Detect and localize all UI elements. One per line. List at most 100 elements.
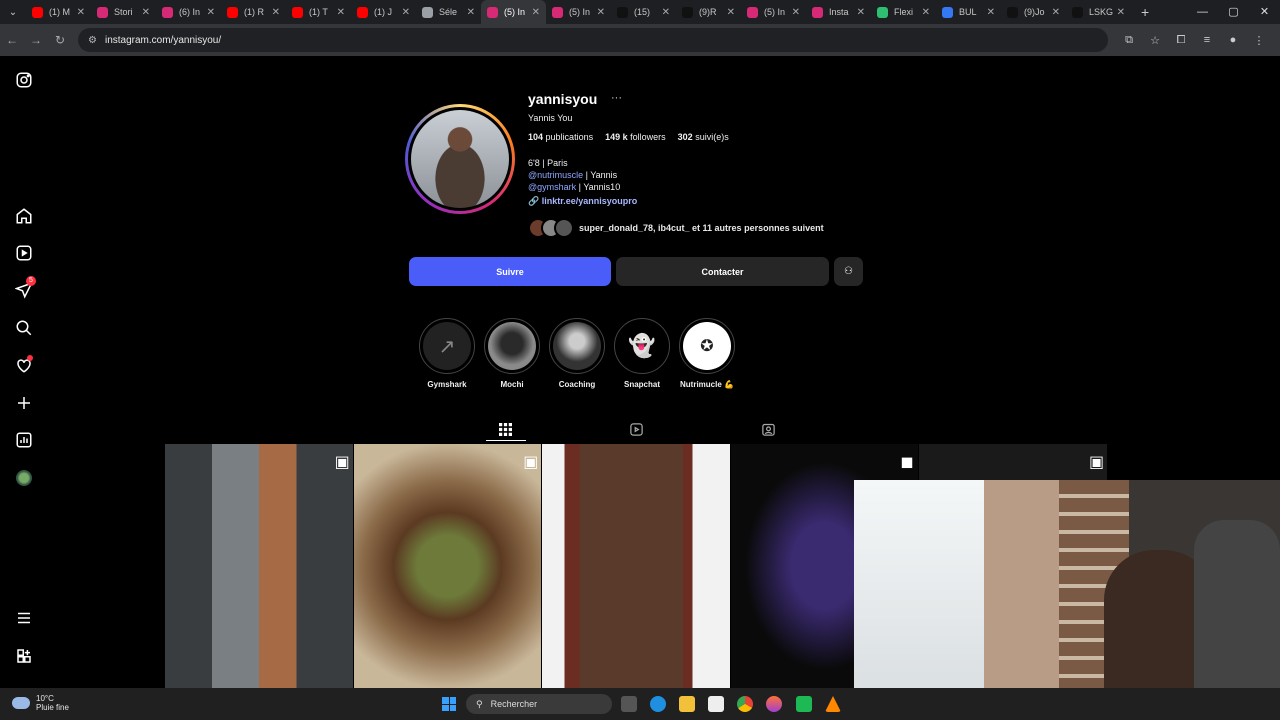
close-tab-icon[interactable]: ✕ xyxy=(857,7,865,18)
post-thumbnail[interactable]: ▣ xyxy=(165,444,353,688)
post-thumbnail[interactable]: ▣ xyxy=(353,444,542,688)
browser-tab[interactable]: (1) M ✕ xyxy=(26,0,91,24)
close-tab-icon[interactable]: ✕ xyxy=(337,7,345,18)
browser-tab[interactable]: (1) T ✕ xyxy=(286,0,351,24)
browser-tab[interactable]: Flexi ✕ xyxy=(871,0,936,24)
menu-icon[interactable] xyxy=(12,606,36,630)
browser-tab[interactable]: (5) In ✕ xyxy=(546,0,611,24)
chrome-icon[interactable] xyxy=(737,696,753,712)
forward-button[interactable]: → xyxy=(24,33,48,47)
close-tab-icon[interactable]: ✕ xyxy=(142,7,150,18)
close-tab-icon[interactable]: ✕ xyxy=(1117,7,1125,18)
browser-tab[interactable]: BUL ✕ xyxy=(936,0,1001,24)
close-tab-icon[interactable]: ✕ xyxy=(532,7,540,18)
profile-external-link[interactable]: 🔗 linktr.ee/yannisyoupro xyxy=(528,196,637,207)
create-icon[interactable] xyxy=(12,391,36,415)
bio-line: 6'8 | Paris xyxy=(528,158,568,168)
highlight-item[interactable]: 👻 Snapchat xyxy=(614,318,670,389)
extensions-icon[interactable]: ⧠ xyxy=(1168,34,1194,47)
bookmark-star-icon[interactable]: ☆ xyxy=(1142,34,1168,47)
close-tab-icon[interactable]: ✕ xyxy=(272,7,280,18)
highlight-item[interactable]: ↗ Gymshark xyxy=(419,318,475,389)
close-tab-icon[interactable]: ✕ xyxy=(597,7,605,18)
browser-tab[interactable]: (5) In ✕ xyxy=(481,0,546,24)
store-icon[interactable] xyxy=(708,696,724,712)
suggested-users-button[interactable]: ⚇ xyxy=(834,257,863,286)
browser-tab[interactable]: Séle ✕ xyxy=(416,0,481,24)
browser-tab[interactable]: Insta ✕ xyxy=(806,0,871,24)
minimize-button[interactable]: — xyxy=(1187,0,1218,24)
profile-icon[interactable]: ● xyxy=(1220,34,1246,47)
webcam-overlay xyxy=(854,480,1280,720)
browser-tab[interactable]: (1) J ✕ xyxy=(351,0,416,24)
site-info-icon[interactable]: ⚙ xyxy=(88,35,97,46)
close-tab-icon[interactable]: ✕ xyxy=(207,7,215,18)
browser-tab[interactable]: Stori ✕ xyxy=(91,0,156,24)
close-tab-icon[interactable]: ✕ xyxy=(467,7,475,18)
highlight-item[interactable]: Mochi xyxy=(484,318,540,389)
firefox-icon[interactable] xyxy=(766,696,782,712)
mention-link[interactable]: @nutrimuscle xyxy=(528,170,583,180)
maximize-button[interactable]: ▢ xyxy=(1218,0,1249,24)
tab-search-button[interactable]: ⌄ xyxy=(0,7,26,18)
close-tab-icon[interactable]: ✕ xyxy=(727,7,735,18)
heart-icon[interactable] xyxy=(12,353,36,377)
tab-title: (1) R xyxy=(244,7,264,17)
tagged-tab[interactable] xyxy=(759,420,777,438)
back-button[interactable]: ← xyxy=(0,33,24,47)
close-tab-icon[interactable]: ✕ xyxy=(922,7,930,18)
search-icon[interactable] xyxy=(12,316,36,340)
browser-tab[interactable]: (9)R ✕ xyxy=(676,0,741,24)
task-view-icon[interactable] xyxy=(621,696,637,712)
taskbar-search[interactable]: ⚲ Rechercher xyxy=(466,694,612,714)
close-tab-icon[interactable]: ✕ xyxy=(77,7,85,18)
post-thumbnail[interactable] xyxy=(542,444,730,688)
tagged-icon xyxy=(761,423,775,436)
mention-link[interactable]: @gymshark xyxy=(528,182,576,192)
reels-icon[interactable] xyxy=(12,241,36,265)
close-tab-icon[interactable]: ✕ xyxy=(402,7,410,18)
browser-menu-icon[interactable]: ⋮ xyxy=(1246,34,1272,47)
file-explorer-icon[interactable] xyxy=(679,696,695,712)
weather-widget[interactable]: 10°C Pluie fine xyxy=(12,694,69,712)
follow-button[interactable]: Suivre xyxy=(409,257,611,286)
followers-stat[interactable]: 149 k followers xyxy=(605,132,666,142)
home-icon[interactable] xyxy=(12,204,36,228)
dashboard-icon[interactable] xyxy=(12,428,36,452)
browser-tab[interactable]: (9)Jo ✕ xyxy=(1001,0,1066,24)
profile-avatar-icon[interactable] xyxy=(12,466,36,490)
cast-icon[interactable]: ⧉ xyxy=(1116,34,1142,47)
following-stat[interactable]: 302 suivi(e)s xyxy=(678,132,729,142)
browser-tab[interactable]: (6) In ✕ xyxy=(156,0,221,24)
browser-tab[interactable]: (5) In ✕ xyxy=(741,0,806,24)
highlight-item[interactable]: ✪ Nutrimucle 💪 xyxy=(679,318,735,389)
discord-app-icon[interactable] xyxy=(796,696,812,712)
browser-tab[interactable]: LSKG ✕ xyxy=(1066,0,1131,24)
followed-by-row[interactable]: super_donald_78, ib4cut_ et 11 autres pe… xyxy=(528,218,824,238)
highlight-item[interactable]: Coaching xyxy=(549,318,605,389)
close-tab-icon[interactable]: ✕ xyxy=(662,7,670,18)
contact-button[interactable]: Contacter xyxy=(616,257,829,286)
edge-icon[interactable] xyxy=(650,696,666,712)
instagram-logo-icon[interactable] xyxy=(12,68,36,92)
more-options-icon[interactable]: ··· xyxy=(611,92,622,104)
browser-tab[interactable]: (1) R ✕ xyxy=(221,0,286,24)
reload-button[interactable]: ↻ xyxy=(48,33,72,47)
close-tab-icon[interactable]: ✕ xyxy=(792,7,800,18)
messages-icon[interactable]: 5 xyxy=(12,276,36,302)
url-text: instagram.com/yannisyou/ xyxy=(104,34,222,46)
browser-tab[interactable]: (15) ✕ xyxy=(611,0,676,24)
media-icon[interactable]: ≡ xyxy=(1194,34,1220,47)
threads-apps-icon[interactable] xyxy=(12,644,36,668)
profile-avatar[interactable] xyxy=(405,104,515,214)
toolbar-extensions: ⧉ ☆ ⧠ ≡ ● ⋮ xyxy=(1116,34,1272,47)
close-window-button[interactable]: ✕ xyxy=(1249,0,1280,24)
reels-tab[interactable] xyxy=(627,420,645,438)
new-tab-button[interactable]: + xyxy=(1141,4,1149,20)
tab-title: (1) T xyxy=(309,7,328,17)
close-tab-icon[interactable]: ✕ xyxy=(987,7,995,18)
url-field[interactable]: ⚙ instagram.com/yannisyou/ xyxy=(78,28,1108,52)
close-tab-icon[interactable]: ✕ xyxy=(1052,7,1060,18)
windows-start-icon[interactable] xyxy=(442,697,456,711)
posts-grid-tab[interactable] xyxy=(496,420,514,438)
